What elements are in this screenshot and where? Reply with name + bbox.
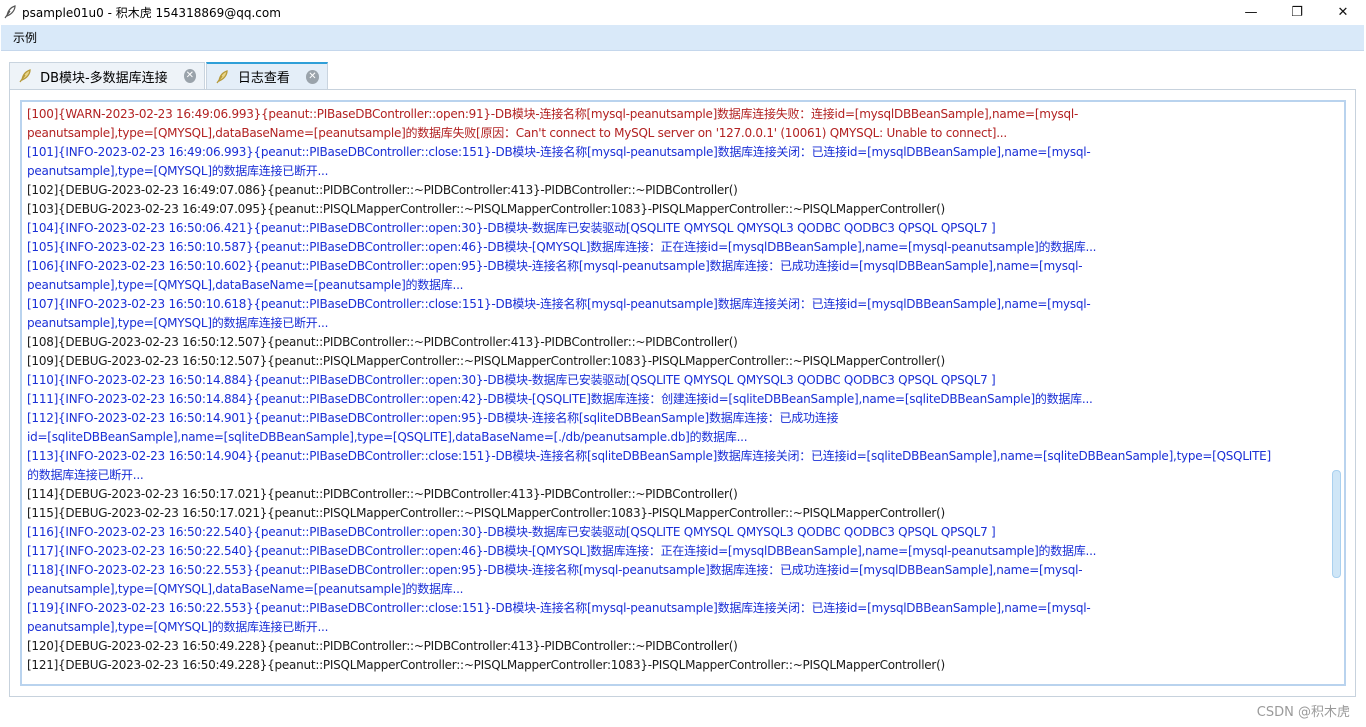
tab-close-icon[interactable]: ✕ (305, 69, 319, 84)
menu-bar: 示例 (1, 25, 1364, 51)
log-line: [103]{DEBUG-2023-02-23 16:49:07.095}{pea… (27, 202, 945, 216)
menu-item-example[interactable]: 示例 (1, 25, 49, 51)
log-line: [115]{DEBUG-2023-02-23 16:50:17.021}{pea… (27, 506, 945, 520)
close-button[interactable]: ✕ (1320, 0, 1366, 24)
minimize-icon: — (1244, 4, 1258, 20)
window-title: psample01u0 - 积木虎 154318869@qq.com (22, 5, 281, 20)
log-line: peanutsample],type=[QMYSQL],dataBaseName… (27, 126, 1007, 140)
tab-db-module[interactable]: DB模块-多数据库连接 ✕ (9, 62, 205, 89)
tab-label: 日志查看 (237, 71, 290, 86)
minimize-button[interactable]: — (1228, 0, 1274, 24)
log-line: [102]{DEBUG-2023-02-23 16:49:07.086}{pea… (27, 183, 738, 197)
feather-icon (215, 69, 230, 85)
log-line: [104]{INFO-2023-02-23 16:50:06.421}{pean… (27, 221, 996, 235)
log-line: peanutsample],type=[QMYSQL]的数据库连接已断开... (27, 316, 329, 330)
log-line: peanutsample],type=[QMYSQL],dataBaseName… (27, 582, 464, 596)
tab-strip: DB模块-多数据库连接 ✕ 日志查看 ✕ (9, 62, 329, 89)
tab-label: DB模块-多数据库连接 (40, 70, 168, 86)
log-line: [110]{INFO-2023-02-23 16:50:14.884}{pean… (27, 373, 996, 387)
scrollbar-thumb[interactable] (1332, 470, 1341, 578)
tab-close-icon[interactable]: ✕ (183, 69, 196, 83)
log-lines: [100]{WARN-2023-02-23 16:49:06.993}{pean… (27, 105, 1327, 675)
log-line: [109]{DEBUG-2023-02-23 16:50:12.507}{pea… (27, 354, 945, 368)
log-line: [117]{INFO-2023-02-23 16:50:22.540}{pean… (27, 544, 1097, 558)
tab-log-viewer[interactable]: 日志查看 ✕ (206, 62, 328, 89)
maximize-icon: ❐ (1291, 4, 1303, 20)
log-line: [111]{INFO-2023-02-23 16:50:14.884}{pean… (27, 392, 1093, 406)
maximize-button[interactable]: ❐ (1274, 0, 1320, 24)
log-line: id=[sqliteDBBeanSample],name=[sqliteDBBe… (27, 430, 748, 444)
log-line: peanutsample],type=[QMYSQL],dataBaseName… (27, 278, 464, 292)
log-line: [107]{INFO-2023-02-23 16:50:10.618}{pean… (27, 297, 1091, 311)
log-line: [121]{DEBUG-2023-02-23 16:50:49.228}{pea… (27, 658, 945, 672)
log-line: 的数据库连接已断开... (27, 468, 144, 482)
log-line: [105]{INFO-2023-02-23 16:50:10.587}{pean… (27, 240, 1097, 254)
log-line: [118]{INFO-2023-02-23 16:50:22.553}{pean… (27, 563, 1083, 577)
log-line: [112]{INFO-2023-02-23 16:50:14.901}{pean… (27, 411, 839, 425)
log-line: [100]{WARN-2023-02-23 16:49:06.993}{pean… (27, 107, 1079, 121)
window-controls: — ❐ ✕ (1228, 0, 1366, 24)
log-line: [106]{INFO-2023-02-23 16:50:10.602}{pean… (27, 259, 1083, 273)
log-line: [119]{INFO-2023-02-23 16:50:22.553}{pean… (27, 601, 1091, 615)
feather-icon (2, 4, 18, 20)
title-bar: psample01u0 - 积木虎 154318869@qq.com — ❐ ✕ (0, 0, 1366, 24)
log-viewer[interactable]: [100]{WARN-2023-02-23 16:49:06.993}{pean… (20, 100, 1346, 686)
close-icon: ✕ (1337, 4, 1349, 20)
log-line: peanutsample],type=[QMYSQL]的数据库连接已断开... (27, 620, 329, 634)
feather-icon (18, 68, 32, 84)
log-line: [116]{INFO-2023-02-23 16:50:22.540}{pean… (27, 525, 996, 539)
log-line: [101]{INFO-2023-02-23 16:49:06.993}{pean… (27, 145, 1091, 159)
watermark: CSDN @积木虎 (1256, 705, 1350, 720)
vertical-scrollbar[interactable] (1331, 102, 1342, 684)
log-line: [114]{DEBUG-2023-02-23 16:50:17.021}{pea… (27, 487, 738, 501)
log-line: [108]{DEBUG-2023-02-23 16:50:12.507}{pea… (27, 335, 738, 349)
log-line: [120]{DEBUG-2023-02-23 16:50:49.228}{pea… (27, 639, 738, 653)
log-line: peanutsample],type=[QMYSQL]的数据库连接已断开... (27, 164, 329, 178)
log-line: [113]{INFO-2023-02-23 16:50:14.904}{pean… (27, 449, 1271, 463)
tab-content-panel: [100]{WARN-2023-02-23 16:49:06.993}{pean… (9, 89, 1356, 697)
